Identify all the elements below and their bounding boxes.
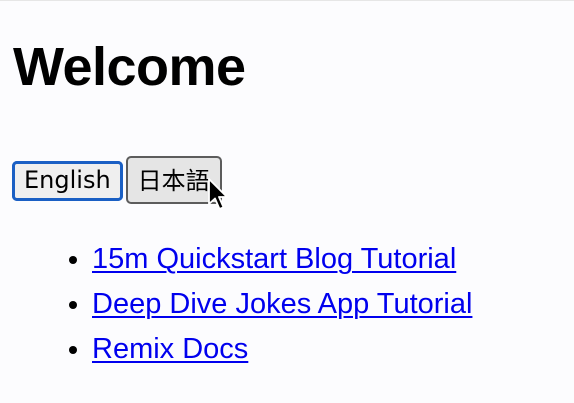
- page: Welcome English 日本語 15m Quickstart Blog …: [0, 1, 574, 403]
- page-title: Welcome: [13, 37, 246, 97]
- english-button[interactable]: English: [12, 161, 123, 201]
- jokes-app-tutorial-link[interactable]: Deep Dive Jokes App Tutorial: [92, 288, 472, 320]
- quickstart-blog-tutorial-link[interactable]: 15m Quickstart Blog Tutorial: [92, 243, 456, 275]
- remix-docs-link[interactable]: Remix Docs: [92, 333, 248, 365]
- link-list: 15m Quickstart Blog Tutorial Deep Dive J…: [0, 237, 472, 372]
- language-switcher: English 日本語: [12, 156, 222, 204]
- japanese-button[interactable]: 日本語: [125, 156, 222, 204]
- list-item: Remix Docs: [92, 327, 472, 372]
- list-item: 15m Quickstart Blog Tutorial: [92, 237, 472, 282]
- list-item: Deep Dive Jokes App Tutorial: [92, 282, 472, 327]
